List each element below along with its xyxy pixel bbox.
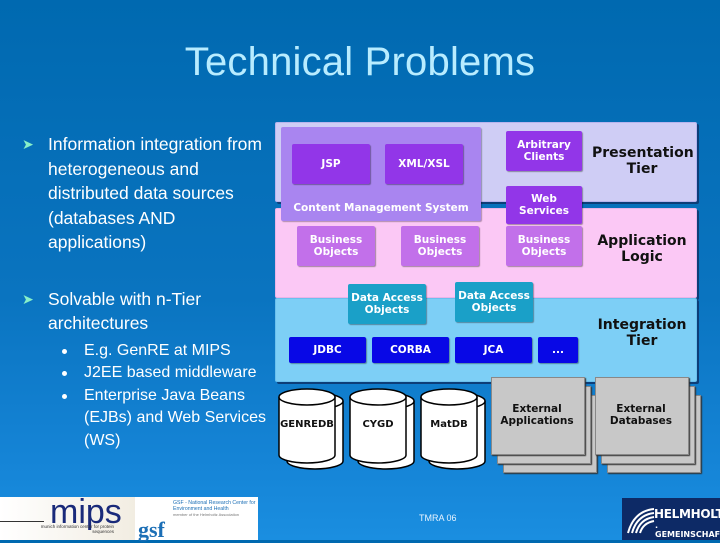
jdbc-box: JDBC bbox=[289, 337, 366, 363]
helmholtz-logo: HELMHOLTZ . GEMEINSCHAFT bbox=[622, 498, 720, 540]
bullet-item: ➤ Solvable with n-Tier architectures E.g… bbox=[22, 287, 267, 453]
helmholtz-logo-subtitle: . GEMEINSCHAFT bbox=[655, 521, 720, 539]
business-objects-box: Business Objects bbox=[401, 226, 479, 266]
presentation-tier-label: Presentation Tier bbox=[592, 145, 694, 177]
business-objects-box: Business Objects bbox=[297, 226, 375, 266]
database-label: MatDB bbox=[430, 419, 468, 430]
jsp-box: JSP bbox=[292, 144, 370, 184]
helmholtz-emblem-icon bbox=[627, 508, 655, 534]
corba-box: CORBA bbox=[372, 337, 449, 363]
mips-logo-subtitle: munich information center for protein se… bbox=[40, 524, 114, 534]
gsf-logo: gsf GSF - National Research Center for E… bbox=[138, 497, 258, 542]
xml-xsl-box: XML/XSL bbox=[385, 144, 463, 184]
dot-bullet-icon bbox=[62, 393, 67, 399]
database-label: GENREDB bbox=[280, 419, 334, 430]
mips-logo: mips munich information center for prote… bbox=[0, 493, 135, 540]
partner-logos: mips munich information center for prote… bbox=[0, 493, 258, 542]
data-access-objects-box: Data Access Objects bbox=[455, 282, 533, 322]
arrow-bullet-icon: ➤ bbox=[22, 136, 34, 152]
dot-bullet-icon bbox=[62, 348, 67, 354]
external-databases-label: External Databases bbox=[609, 403, 673, 427]
sub-bullet-list: E.g. GenRE at MIPS J2EE based middleware… bbox=[48, 340, 267, 453]
arrow-bullet-icon: ➤ bbox=[22, 290, 34, 307]
mips-logo-line bbox=[0, 521, 44, 522]
web-services-box: Web Services bbox=[506, 186, 582, 224]
external-applications-label: External Applications bbox=[500, 403, 574, 427]
sub-bullet-item: E.g. GenRE at MIPS bbox=[48, 340, 267, 363]
n-tier-architecture-diagram: Presentation Tier Application Logic Inte… bbox=[275, 122, 701, 492]
slide-title: Technical Problems bbox=[184, 40, 536, 84]
database-label: CYGD bbox=[362, 419, 394, 430]
helmholtz-logo-title: HELMHOLTZ bbox=[654, 507, 720, 521]
bullet-list: ➤ Information integration from heterogen… bbox=[22, 132, 267, 484]
external-applications-stack: External Applications bbox=[491, 377, 597, 473]
cms-label: Content Management System bbox=[293, 202, 469, 214]
external-databases-stack: External Databases bbox=[595, 377, 701, 473]
bullet-text: Information integration from heterogeneo… bbox=[48, 134, 262, 252]
database-cylinder: GENREDB bbox=[277, 387, 344, 470]
sub-bullet-item: Enterprise Java Beans (EJBs) and Web Ser… bbox=[48, 385, 267, 453]
more-connectors-box: ... bbox=[538, 337, 578, 363]
integration-tier-label: Integration Tier bbox=[597, 317, 687, 349]
dot-bullet-icon bbox=[62, 371, 67, 376]
application-tier-label: Application Logic bbox=[597, 233, 687, 265]
sub-bullet-item: J2EE based middleware bbox=[48, 362, 267, 385]
database-cylinder: MatDB bbox=[419, 387, 486, 470]
database-cylinder: CYGD bbox=[348, 387, 415, 470]
jca-box: JCA bbox=[455, 337, 532, 363]
footer-text: TMRA 06 bbox=[419, 513, 457, 523]
gsf-logo-caption: GSF - National Research Center for Envir… bbox=[173, 500, 256, 517]
gsf-logo-text: gsf bbox=[138, 517, 165, 542]
arbitrary-clients-box: Arbitrary Clients bbox=[506, 131, 582, 171]
data-access-objects-box: Data Access Objects bbox=[348, 284, 426, 324]
bullet-item: ➤ Information integration from heterogen… bbox=[22, 132, 267, 255]
bullet-text: Solvable with n-Tier architectures bbox=[48, 288, 202, 334]
business-objects-box: Business Objects bbox=[506, 226, 582, 266]
